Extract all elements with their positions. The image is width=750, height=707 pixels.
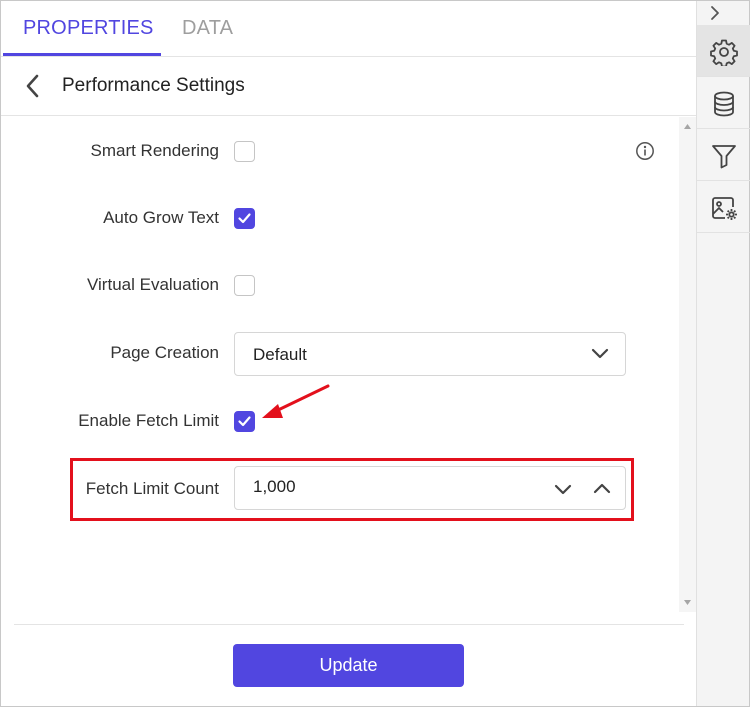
tab-data[interactable]: DATA	[182, 17, 233, 40]
enable-fetch-limit-label: Enable Fetch Limit	[78, 411, 219, 430]
rail-image-settings-button[interactable]	[697, 181, 750, 233]
tab-properties[interactable]: PROPERTIES	[23, 17, 154, 40]
footer-divider	[14, 624, 684, 625]
rail-properties-button[interactable]	[697, 25, 750, 77]
virtual-evaluation-checkbox[interactable]	[234, 275, 255, 296]
update-button[interactable]: Update	[233, 644, 464, 687]
settings-content: Smart Rendering Auto Grow Text Virtual E…	[1, 117, 679, 612]
virtual-evaluation-label: Virtual Evaluation	[87, 275, 219, 294]
database-icon	[714, 91, 734, 117]
smart-rendering-checkbox[interactable]	[234, 141, 255, 162]
annotation-highlight-box	[70, 458, 634, 521]
auto-grow-text-checkbox[interactable]	[234, 208, 255, 229]
checkmark-icon	[238, 416, 251, 427]
auto-grow-text-label: Auto Grow Text	[103, 208, 219, 227]
scroll-down-icon[interactable]	[683, 598, 692, 607]
rail-filter-button[interactable]	[697, 129, 750, 181]
page-title: Performance Settings	[62, 75, 245, 96]
rail-data-button[interactable]	[697, 77, 750, 129]
vertical-scrollbar[interactable]	[679, 117, 696, 612]
image-settings-icon	[712, 197, 737, 220]
gear-icon	[710, 39, 738, 66]
panel-header: Performance Settings	[1, 57, 696, 116]
scroll-up-icon[interactable]	[683, 122, 692, 131]
annotation-arrow	[262, 384, 330, 418]
smart-rendering-label: Smart Rendering	[90, 141, 219, 160]
info-icon[interactable]	[635, 141, 655, 161]
filter-icon	[712, 145, 736, 169]
page-creation-value: Default	[253, 345, 307, 364]
right-rail	[696, 1, 750, 706]
active-tab-indicator	[3, 53, 161, 56]
chevron-down-icon	[591, 348, 609, 359]
page-creation-dropdown[interactable]: Default	[234, 332, 626, 376]
chevron-left-icon	[26, 74, 39, 98]
chevron-right-icon[interactable]	[707, 5, 723, 21]
enable-fetch-limit-checkbox[interactable]	[234, 411, 255, 432]
back-button[interactable]	[21, 73, 45, 99]
tab-bar: PROPERTIES DATA	[1, 1, 696, 57]
page-creation-label: Page Creation	[110, 343, 219, 362]
checkmark-icon	[238, 213, 251, 224]
